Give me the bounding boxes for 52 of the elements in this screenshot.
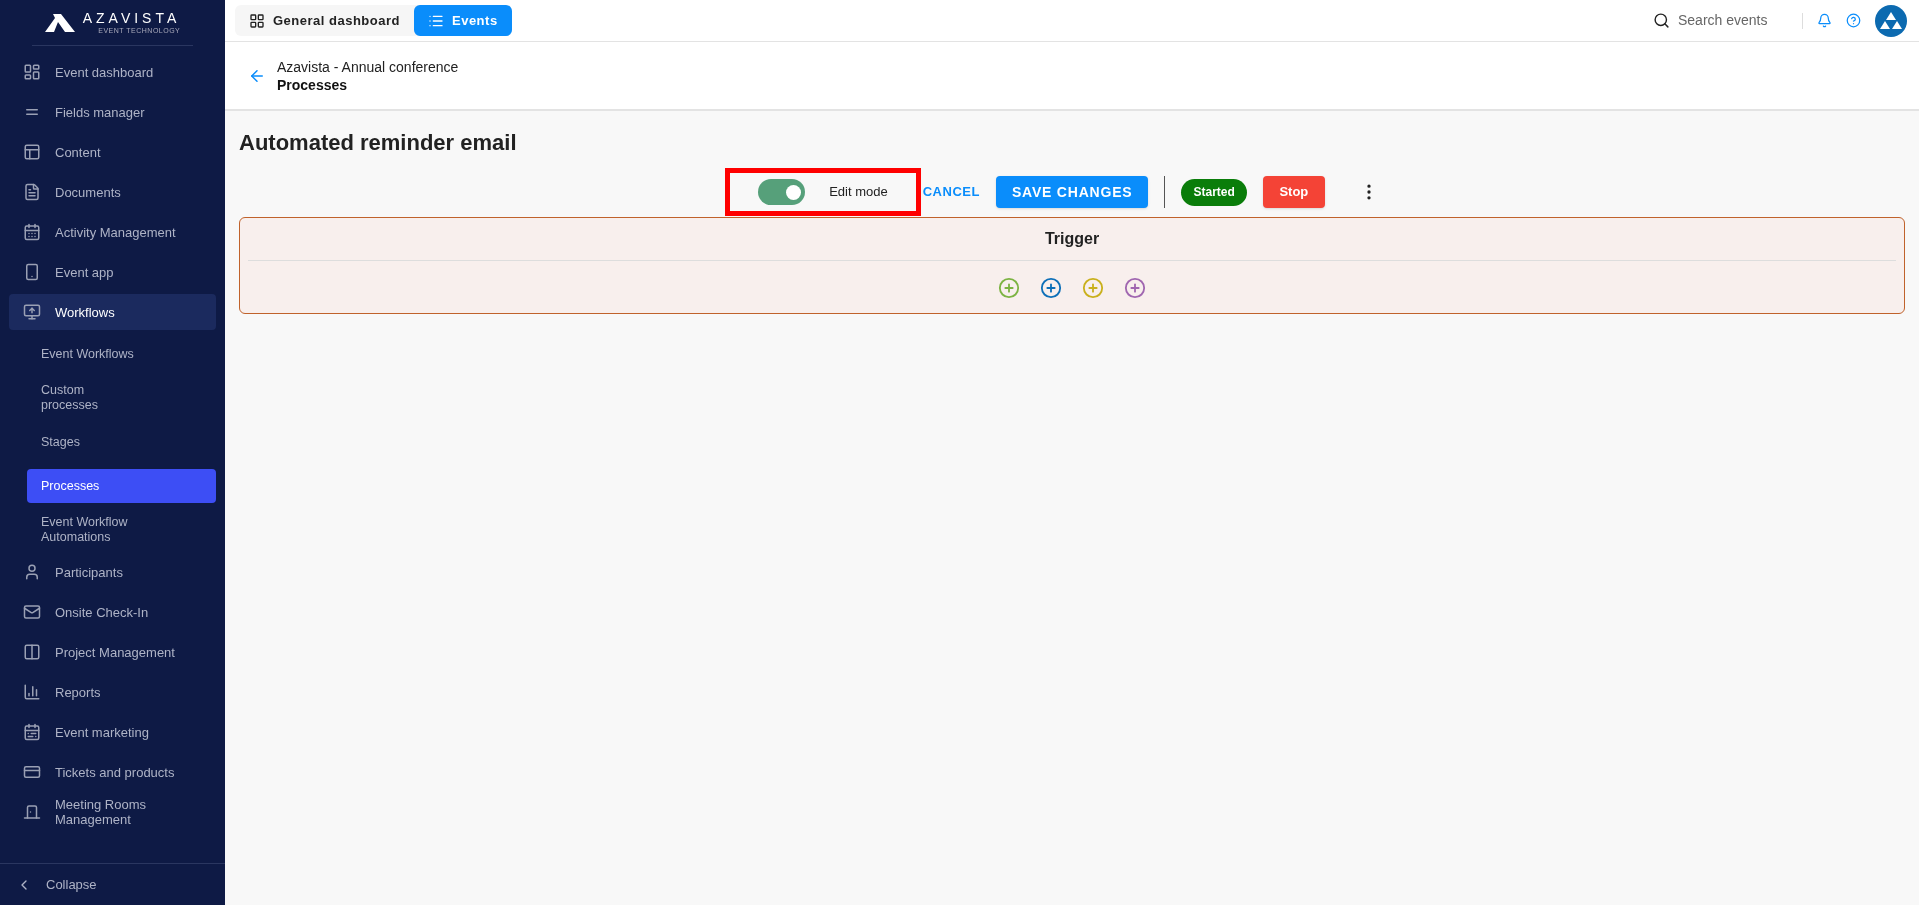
sidebar-item[interactable]: Onsite Check-In [9, 594, 216, 630]
sidebar-subitem[interactable]: Custom processes [27, 381, 216, 415]
top-tab[interactable]: General dashboard [235, 5, 414, 36]
sidebar-item[interactable]: Event marketing [9, 714, 216, 750]
sidebar-item[interactable]: Documents [9, 174, 216, 210]
sidebar-item[interactable]: Workflows [9, 294, 216, 330]
menu-icon [23, 723, 41, 741]
notification-icon[interactable] [1817, 13, 1832, 28]
add-icon[interactable] [1082, 277, 1104, 299]
sidebar-item[interactable]: Content [9, 134, 216, 170]
avatar-icon[interactable] [1875, 4, 1907, 37]
help-icon[interactable] [1846, 13, 1861, 28]
sidebar-item[interactable]: Event app [9, 254, 216, 290]
sidebar-subitem[interactable]: Stages [27, 425, 216, 459]
menu-icon [23, 643, 41, 661]
sidebar-subitem[interactable]: Processes [27, 469, 216, 503]
search-field[interactable]: Search events [1653, 10, 1788, 31]
trigger-title: Trigger [1043, 229, 1101, 249]
menu-icon [23, 683, 41, 701]
event-name: Azavista - Annual conference [277, 57, 459, 76]
search-icon [1653, 12, 1670, 29]
sidebar-item[interactable]: Meeting Rooms Management [9, 794, 216, 830]
logo-icon [44, 13, 75, 32]
page-name: Processes [277, 75, 349, 94]
sidebar-item[interactable]: Fields manager [9, 94, 216, 130]
menu-icon [23, 763, 41, 781]
menu-icon [23, 223, 41, 241]
add-icon[interactable] [1124, 277, 1146, 299]
menu-icon [23, 183, 41, 201]
stop-button[interactable]: Stop [1262, 176, 1325, 208]
sidebar-subitem[interactable]: Event Workflows [27, 337, 216, 371]
grid-icon [249, 12, 265, 29]
sidebar-subitem[interactable]: Event Workflow Automations [27, 513, 216, 547]
add-icon[interactable] [1040, 277, 1062, 299]
sidebar-item[interactable]: Event dashboard [9, 54, 216, 90]
add-icon[interactable] [998, 277, 1020, 299]
collapse-button[interactable]: Collapse [0, 863, 225, 905]
sidebar-item[interactable]: Project Management [9, 634, 216, 670]
menu-icon [23, 263, 41, 281]
menu-icon [23, 143, 41, 161]
menu-icon [23, 603, 41, 621]
sidebar-item[interactable]: Tickets and products [9, 754, 216, 790]
menu-icon [23, 63, 41, 81]
status-badge: Started [1181, 178, 1247, 206]
sidebar-item[interactable]: Reports [9, 674, 216, 710]
brand-name: AZAVISTA [82, 11, 181, 25]
menu-icon [23, 303, 41, 321]
menu-icon [23, 563, 41, 581]
page-title: Automated reminder email [238, 130, 518, 156]
sidebar-item[interactable]: Activity Management [9, 214, 216, 250]
sidebar-item[interactable]: Participants [9, 554, 216, 590]
menu-icon [23, 803, 41, 821]
